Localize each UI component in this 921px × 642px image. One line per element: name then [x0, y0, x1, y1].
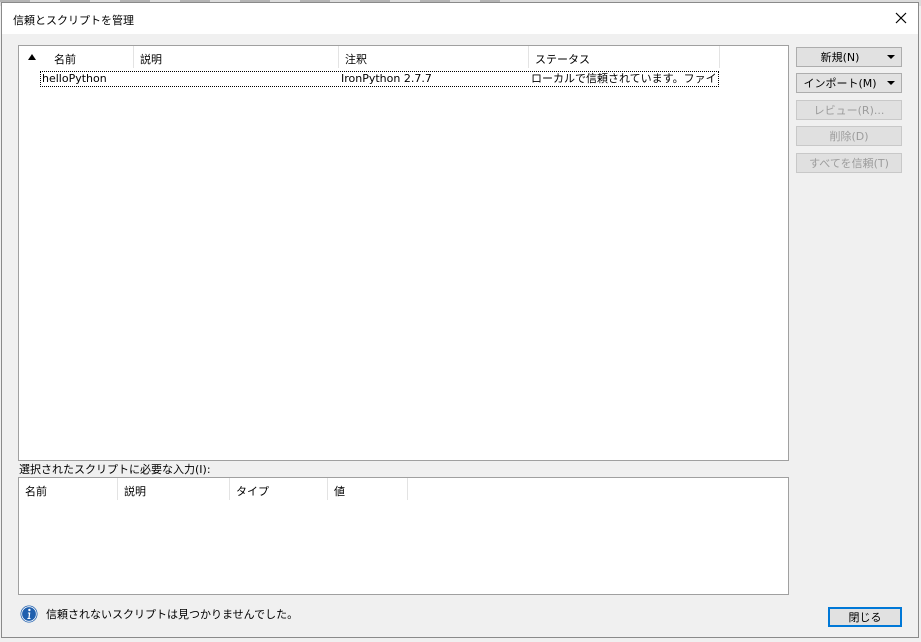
cell-description — [135, 72, 340, 86]
scripts-list-header: 名前 説明 注釈 ステータス — [19, 46, 720, 68]
trust-all-button[interactable]: すべてを信頼(T) — [796, 153, 902, 173]
delete-button[interactable]: 削除(D) — [796, 126, 902, 146]
column-header-name[interactable]: 名前 — [19, 478, 118, 500]
dropdown-arrow-icon — [887, 81, 895, 85]
column-header-description[interactable]: 説明 — [134, 46, 339, 68]
manage-trust-dialog: 信頼とスクリプトを管理 名前 説明 注釈 ステータス helloPython I… — [1, 2, 919, 638]
column-header-name[interactable]: 名前 — [19, 46, 134, 68]
sort-ascending-icon — [28, 54, 36, 60]
dialog-title: 信頼とスクリプトを管理 — [13, 14, 134, 27]
status-text: 信頼されないスクリプトは見つかりませんでした。 — [46, 608, 299, 621]
column-header-annotation[interactable]: 注釈 — [339, 46, 529, 68]
inputs-list[interactable]: 名前 説明 タイプ 値 — [18, 477, 789, 595]
new-button[interactable]: 新規(N) — [796, 47, 902, 67]
scripts-list[interactable]: 名前 説明 注釈 ステータス helloPython IronPython 2.… — [18, 45, 789, 461]
column-header-value[interactable]: 値 — [328, 478, 408, 500]
close-window-button[interactable] — [888, 6, 914, 30]
column-header-status[interactable]: ステータス — [529, 46, 720, 68]
column-header-type[interactable]: タイプ — [230, 478, 328, 500]
inputs-list-header: 名前 説明 タイプ 値 — [19, 478, 408, 500]
info-icon — [20, 605, 38, 623]
column-header-description[interactable]: 説明 — [118, 478, 230, 500]
dropdown-arrow-icon — [887, 55, 895, 59]
cell-name: helloPython — [42, 72, 107, 85]
import-button[interactable]: インポート(M) — [796, 73, 902, 93]
cell-annotation: IronPython 2.7.7 — [341, 72, 432, 85]
title-bar: 信頼とスクリプトを管理 — [2, 3, 918, 34]
review-button[interactable]: レビュー(R)... — [796, 100, 902, 120]
close-button[interactable]: 閉じる — [828, 607, 902, 627]
close-icon — [895, 12, 907, 24]
status-message: 信頼されないスクリプトは見つかりませんでした。 — [20, 605, 298, 623]
inputs-section-label: 選択されたスクリプトに必要な入力(I): — [19, 463, 211, 476]
cell-status: ローカルで信頼されています。ファイル... — [531, 72, 716, 85]
table-row[interactable]: helloPython IronPython 2.7.7 ローカルで信頼されてい… — [40, 71, 719, 87]
